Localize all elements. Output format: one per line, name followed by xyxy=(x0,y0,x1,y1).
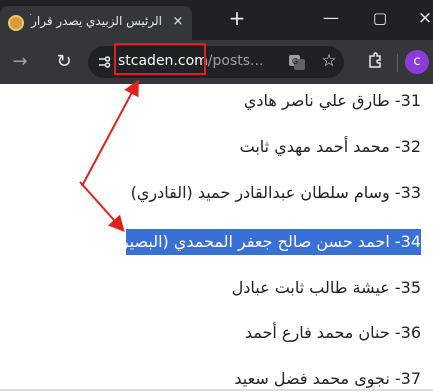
site-info-icon[interactable] xyxy=(96,54,112,70)
extensions-icon[interactable] xyxy=(364,52,386,74)
profile-avatar[interactable]: c xyxy=(405,50,429,74)
list-item: 36- حنان محمد فارع أحمد xyxy=(244,323,421,342)
list-item: 31- طارق علي ناصر هادي xyxy=(243,91,421,110)
tab-close-icon[interactable]: × xyxy=(170,14,186,30)
browser-toolbar: → ↻ stcaden.com/posts... G ☆ c xyxy=(0,40,433,84)
bookmark-star-icon[interactable]: ☆ xyxy=(319,51,339,71)
minimize-button[interactable]: — xyxy=(316,4,346,32)
reload-icon[interactable]: ↻ xyxy=(52,50,76,74)
new-tab-button[interactable]: + xyxy=(225,6,249,30)
back-arrow-icon[interactable]: → xyxy=(8,50,32,74)
browser-tab[interactable]: الرئيس الزبيدي يصدر قراراً بشأن تـ × xyxy=(0,6,192,40)
url-highlight-box xyxy=(114,43,206,75)
maximize-button[interactable]: ▢ xyxy=(365,4,395,32)
names-list: 31- طارق علي ناصر هادي 32- محمد أحمد مهد… xyxy=(0,84,433,391)
tab-title: الرئيس الزبيدي يصدر قراراً بشأن تـ xyxy=(30,14,162,28)
translate-icon[interactable]: G xyxy=(288,53,306,71)
tab-strip: الرئيس الزبيدي يصدر قراراً بشأن تـ × + —… xyxy=(0,0,433,40)
list-item: 32- محمد أحمد مهدي ثابت xyxy=(239,137,421,156)
site-favicon-icon xyxy=(8,15,24,31)
list-item: 33- وسام سلطان عبدالقادر حميد (القادري) xyxy=(130,183,421,202)
close-window-button[interactable]: × xyxy=(410,4,433,32)
list-item-selected: 34- احمد حسن صالح جعفر المحمدي (البصيري) xyxy=(102,229,421,255)
url-path: /posts... xyxy=(207,53,264,69)
toolbar-divider xyxy=(397,54,398,72)
svg-text:G: G xyxy=(292,57,298,66)
list-item: 35- عيشة طالب ثابت عبادل xyxy=(231,278,421,297)
